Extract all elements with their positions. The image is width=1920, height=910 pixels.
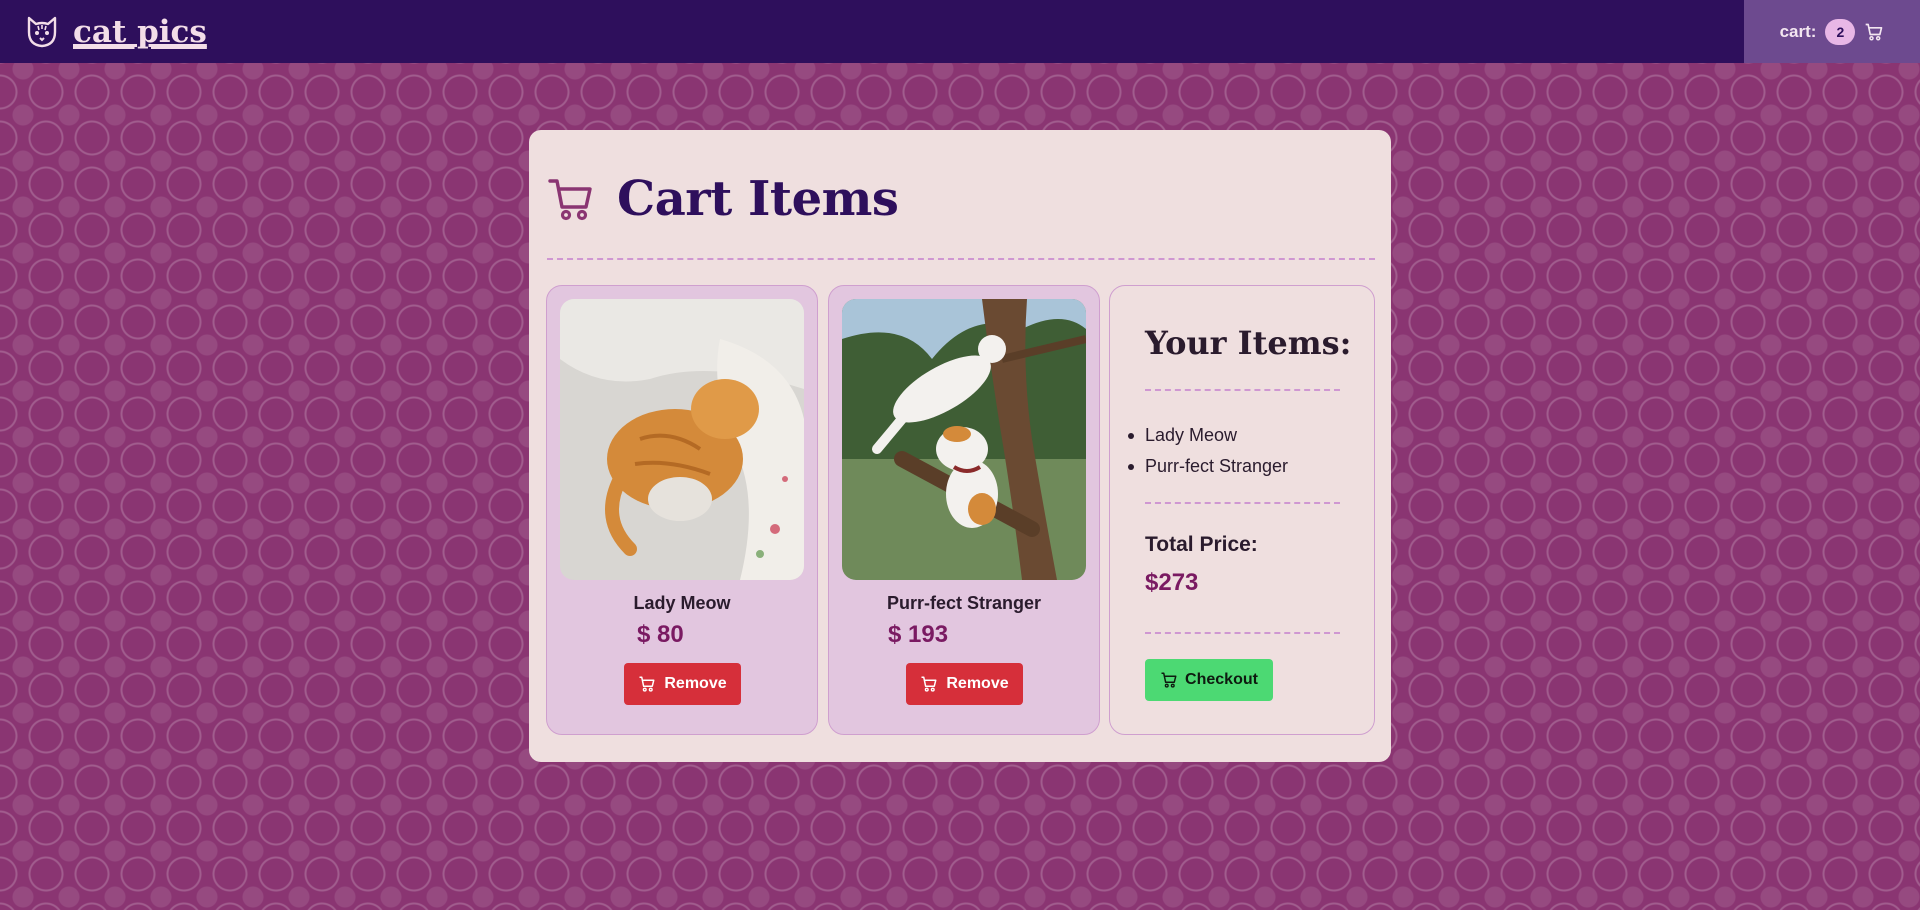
divider: [1145, 502, 1340, 504]
item-price: $ 80: [637, 621, 684, 648]
summary-item-list: Lady Meow Purr-fect Stranger: [1127, 420, 1288, 482]
cart-icon: [639, 676, 655, 692]
item-price: $ 193: [888, 621, 949, 648]
cart-item-card: Lady Meow $ 80 Remove: [546, 285, 818, 735]
cart-label: cart:: [1779, 21, 1817, 41]
cat-face-icon: [27, 16, 57, 48]
total-price-label: Total Price:: [1145, 533, 1258, 556]
cart-panel-header: Cart Items: [547, 168, 899, 230]
order-summary: Your Items: Lady Meow Purr-fect Stranger…: [1109, 285, 1375, 735]
cart-icon: [1866, 23, 1883, 41]
cart-panel: Cart Items Lady Meow $ 80 Remove Purr-fe…: [529, 130, 1391, 762]
cart-icon: [1161, 672, 1177, 688]
brand-link[interactable]: cat pics: [24, 10, 207, 54]
remove-button[interactable]: Remove: [906, 663, 1023, 705]
page-title: Cart Items: [617, 171, 899, 227]
divider: [547, 258, 1375, 260]
checkout-button-label: Checkout: [1185, 671, 1258, 688]
divider: [1145, 632, 1340, 634]
cart-item-card: Purr-fect Stranger $ 193 Remove: [828, 285, 1100, 735]
top-navbar: cat pics cart: 2: [0, 0, 1920, 63]
cat-photo: [842, 299, 1086, 580]
remove-button-label: Remove: [946, 675, 1009, 692]
header-cart-button[interactable]: cart: 2: [1744, 0, 1920, 63]
brand-name: cat pics: [73, 14, 207, 50]
checkout-button[interactable]: Checkout: [1145, 659, 1273, 701]
item-name: Lady Meow: [633, 593, 731, 613]
summary-title: Your Items:: [1145, 324, 1352, 362]
cart-icon: [921, 676, 937, 692]
cat-photo: [560, 299, 804, 580]
item-name: Purr-fect Stranger: [886, 593, 1042, 613]
remove-button-label: Remove: [664, 675, 727, 692]
total-price-value: $273: [1145, 569, 1199, 596]
list-item: Lady Meow: [1127, 420, 1288, 451]
divider: [1145, 389, 1340, 391]
cart-icon: [548, 179, 592, 221]
remove-button[interactable]: Remove: [624, 663, 741, 705]
cart-count-badge: 2: [1825, 18, 1856, 45]
list-item: Purr-fect Stranger: [1127, 451, 1288, 482]
